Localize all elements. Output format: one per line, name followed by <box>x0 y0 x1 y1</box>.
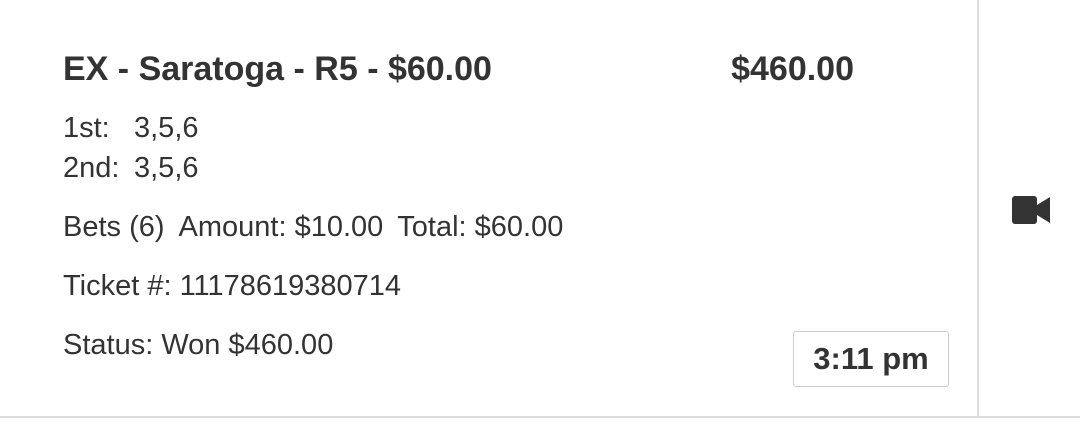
bet-amount: Amount: $10.00 <box>178 211 384 243</box>
selection-label: 2nd: <box>63 152 120 184</box>
selection-value: 3,5,6 <box>134 112 199 144</box>
selection-row-1st: 1st: 3,5,6 <box>63 112 199 145</box>
selection-row-2nd: 2nd: 3,5,6 <box>63 152 199 185</box>
bet-summary-row: Bets (6) Amount: $10.00 Total: $60.00 <box>63 211 563 244</box>
video-replay-panel <box>979 0 1080 418</box>
video-camera-icon <box>1012 196 1050 224</box>
selection-value: 3,5,6 <box>134 152 199 184</box>
ticket-payout-amount: $460.00 <box>731 50 854 88</box>
ticket-status: Status: Won $460.00 <box>63 329 334 361</box>
selection-label: 1st: <box>63 112 110 144</box>
ticket-number: Ticket #: 11178619380714 <box>63 270 402 302</box>
video-replay-button[interactable] <box>1009 190 1053 230</box>
ticket-card[interactable]: EX - Saratoga - R5 - $60.00 $460.00 1st:… <box>0 0 978 418</box>
ticket-title: EX - Saratoga - R5 - $60.00 <box>63 50 492 88</box>
ticket-time-badge: 3:11 pm <box>793 331 949 387</box>
bet-total: Total: $60.00 <box>397 211 564 243</box>
bets-count: Bets (6) <box>63 211 165 243</box>
